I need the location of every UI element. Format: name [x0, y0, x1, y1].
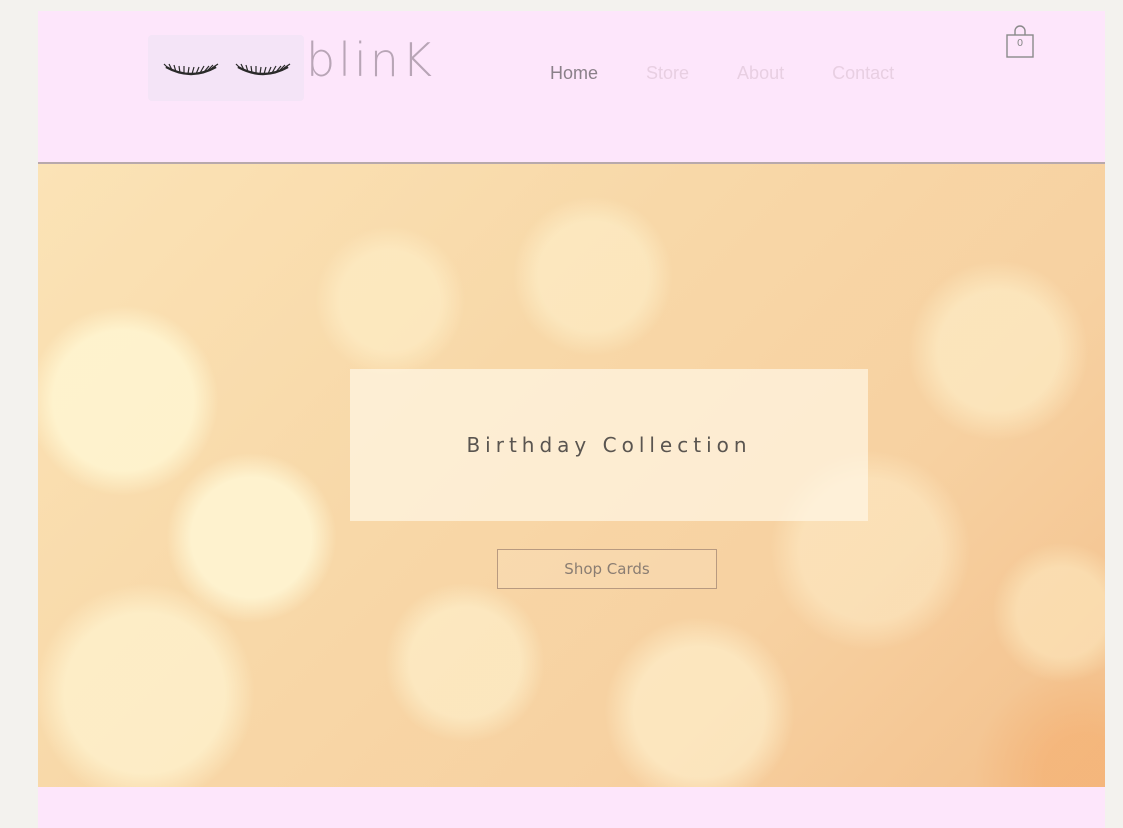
hero-title-box: Birthday Collection — [350, 369, 868, 521]
main-nav: Home Store About Contact — [550, 63, 942, 84]
cart-count: 0 — [1016, 38, 1024, 49]
site-header: blinK Home Store About Contact 0 — [38, 11, 1105, 164]
nav-item-home[interactable]: Home — [550, 63, 598, 84]
cart-button[interactable]: 0 — [1004, 23, 1036, 59]
logo-text: blinK — [306, 33, 436, 87]
eyelash-right-icon — [235, 63, 291, 76]
hero-title: Birthday Collection — [466, 433, 752, 457]
site-logo[interactable]: blinK — [148, 31, 478, 107]
shop-cards-button[interactable]: Shop Cards — [497, 549, 717, 589]
site-page: blinK Home Store About Contact 0 Birthda… — [38, 11, 1105, 828]
nav-item-store[interactable]: Store — [646, 63, 689, 84]
footer-band — [38, 787, 1105, 828]
nav-item-about[interactable]: About — [737, 63, 784, 84]
hero-section: Birthday Collection Shop Cards — [38, 164, 1105, 787]
nav-item-contact[interactable]: Contact — [832, 63, 894, 84]
eyelash-left-icon — [163, 63, 219, 76]
